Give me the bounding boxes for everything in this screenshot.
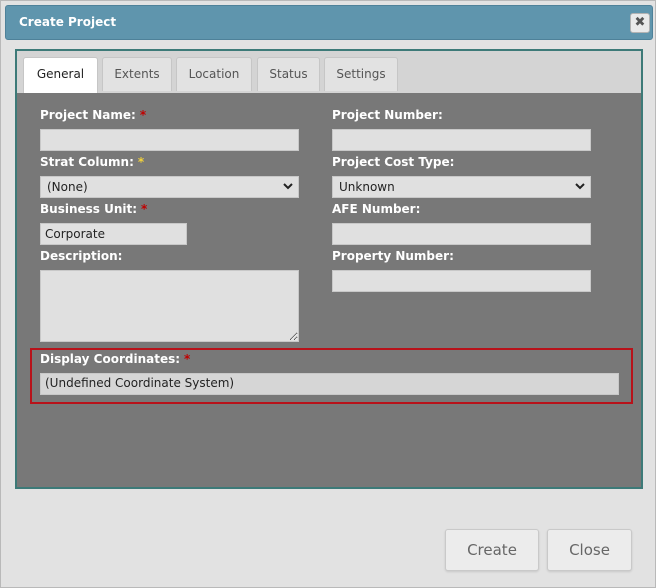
description-textarea[interactable] — [40, 270, 299, 342]
close-button[interactable]: Close — [547, 529, 632, 571]
tab-general[interactable]: General — [23, 57, 98, 93]
business-unit-input[interactable] — [40, 223, 187, 245]
afe-number-label: AFE Number: — [332, 202, 421, 216]
tab-status[interactable]: Status — [257, 57, 320, 91]
project-number-input[interactable] — [332, 129, 591, 151]
create-button[interactable]: Create — [445, 529, 539, 571]
project-cost-type-value: Unknown — [339, 180, 395, 194]
tab-settings[interactable]: Settings — [324, 57, 398, 91]
project-name-label-text: Project Name: — [40, 108, 136, 122]
display-coordinates-label-text: Display Coordinates: — [40, 352, 181, 366]
project-name-label: Project Name: * — [40, 108, 146, 122]
project-cost-type-select[interactable]: Unknown — [332, 176, 591, 198]
required-mark: * — [141, 202, 148, 216]
display-coordinates-label: Display Coordinates: * — [40, 352, 190, 366]
project-cost-type-label: Project Cost Type: — [332, 155, 455, 169]
project-number-label: Project Number: — [332, 108, 443, 122]
property-number-label: Property Number: — [332, 249, 454, 263]
display-coordinates-field[interactable]: (Undefined Coordinate System) — [40, 373, 619, 395]
dialog-title-bar[interactable]: Create Project ✖ — [5, 5, 653, 40]
strat-column-label: Strat Column: * — [40, 155, 144, 169]
afe-number-input[interactable] — [332, 223, 591, 245]
strat-column-select[interactable]: (None) — [40, 176, 299, 198]
required-mark: * — [139, 108, 147, 122]
tab-extents[interactable]: Extents — [102, 57, 172, 91]
property-number-input[interactable] — [332, 270, 591, 292]
strat-column-value: (None) — [47, 180, 88, 194]
project-name-input[interactable] — [40, 129, 299, 151]
tab-location[interactable]: Location — [176, 57, 252, 91]
create-project-dialog: Create Project ✖ General Extents Locatio… — [0, 0, 656, 588]
dialog-title: Create Project — [19, 15, 117, 29]
business-unit-label-text: Business Unit: — [40, 202, 138, 216]
strat-column-label-text: Strat Column: — [40, 155, 134, 169]
business-unit-label: Business Unit: * — [40, 202, 147, 216]
chevron-down-icon — [283, 183, 293, 190]
description-label: Description: — [40, 249, 123, 263]
chevron-down-icon — [575, 183, 585, 190]
tab-strip: General Extents Location Status Settings — [17, 51, 641, 93]
required-mark: * — [184, 352, 191, 366]
close-icon[interactable]: ✖ — [630, 13, 650, 33]
required-mark: * — [137, 155, 145, 169]
